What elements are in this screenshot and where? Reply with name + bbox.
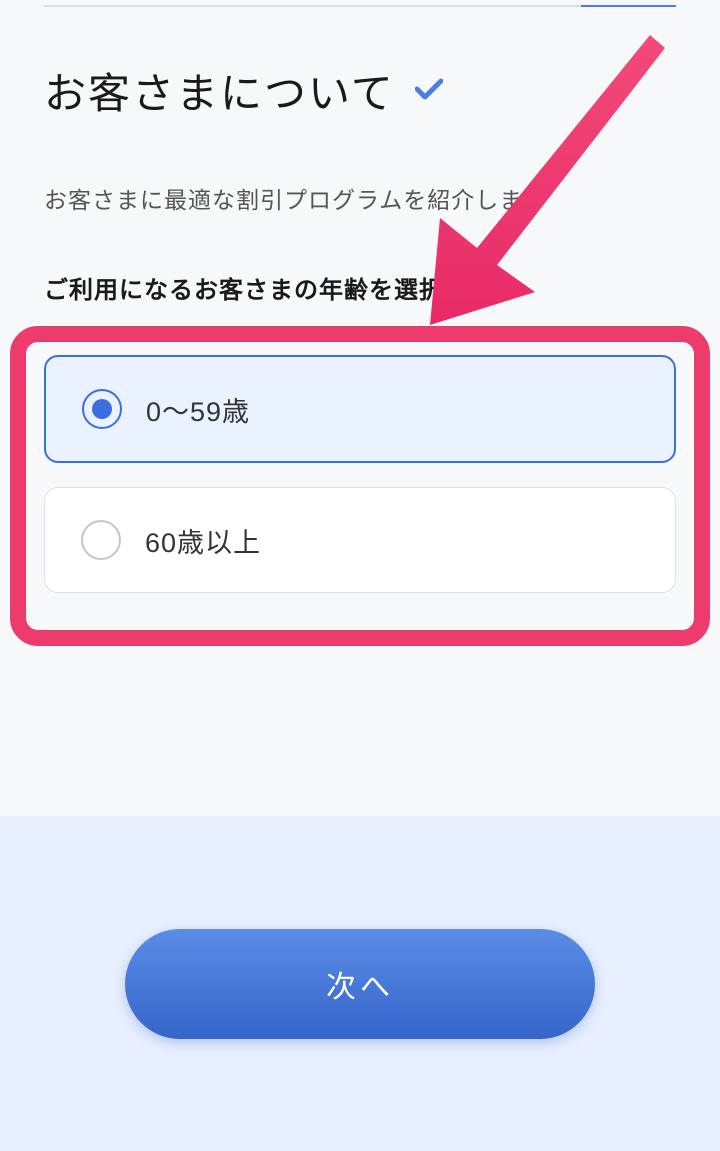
title-row: お客さまについて [44,60,676,121]
age-option-60-plus[interactable]: 60歳以上 [44,487,676,593]
main-content: お客さまについて お客さまに最適な割引プログラムを紹介します ご利用になるお客さ… [0,0,720,593]
next-button[interactable]: 次へ [125,929,595,1039]
option-label: 60歳以上 [145,521,261,560]
footer-bar: 次へ [0,816,720,1151]
age-question-label: ご利用になるお客さまの年齢を選択 [44,270,676,305]
radio-icon [81,520,121,560]
age-options-group: 0〜59歳 60歳以上 [44,337,676,593]
page-subtitle: お客さまに最適な割引プログラムを紹介します [44,181,676,215]
radio-icon [82,389,122,429]
progress-line [44,5,676,7]
age-option-0-59[interactable]: 0〜59歳 [44,355,676,463]
check-icon [415,75,443,107]
page-title: お客さまについて [44,60,395,121]
option-label: 0〜59歳 [146,390,250,429]
